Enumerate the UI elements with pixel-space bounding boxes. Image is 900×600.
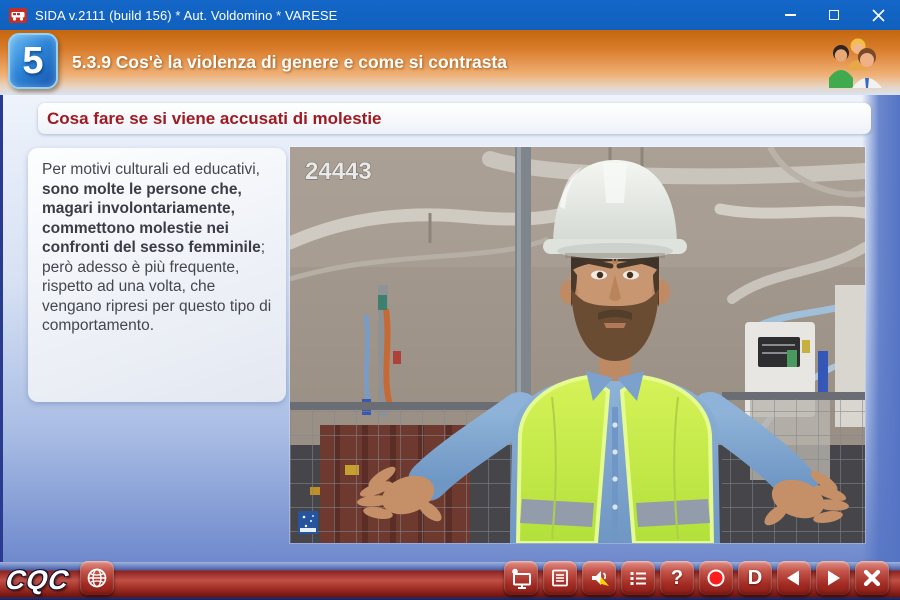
titlebar: SIDA v.2111 (build 156) * Aut. Voldomino… <box>0 0 900 30</box>
slide-title: Cosa fare se si viene accusati di molest… <box>47 109 382 129</box>
help-button[interactable]: ? <box>660 561 694 595</box>
dictionary-label: D <box>748 568 762 588</box>
previous-button[interactable] <box>777 561 811 595</box>
globe-button[interactable] <box>80 561 114 595</box>
slide-title-bar: Cosa fare se si viene accusati di molest… <box>38 103 871 134</box>
maximize-button[interactable] <box>812 0 856 30</box>
presentation-button[interactable] <box>504 561 538 595</box>
speaker-sound-icon <box>588 567 611 590</box>
record-icon <box>705 567 727 589</box>
window-title: SIDA v.2111 (build 156) * Aut. Voldomino… <box>35 8 337 23</box>
app-vehicle-icon <box>9 8 27 23</box>
globe-icon <box>86 567 108 589</box>
document-lines-icon <box>549 567 571 589</box>
sida-application-window: SIDA v.2111 (build 156) * Aut. Voldomino… <box>0 0 900 600</box>
audio-button[interactable] <box>582 561 616 595</box>
arrow-left-icon <box>783 567 805 589</box>
media-code-label: 24443 <box>305 158 372 185</box>
index-button[interactable] <box>621 561 655 595</box>
lesson-content-area: Cosa fare se si viene accusati di molest… <box>0 95 900 562</box>
text-button[interactable] <box>543 561 577 595</box>
help-label: ? <box>671 568 683 588</box>
lesson-paragraph: Per motivi culturali ed educativi, sono … <box>42 160 272 336</box>
lesson-header: 5 5.3.9 Cos'è la violenza di genere e co… <box>0 30 900 95</box>
dictionary-button[interactable]: D <box>738 561 772 595</box>
people-group-icon <box>826 36 884 88</box>
close-button[interactable] <box>856 0 900 30</box>
minimize-button[interactable] <box>768 0 812 30</box>
exit-button[interactable] <box>855 561 889 595</box>
screen-with-person-icon <box>510 567 533 590</box>
close-icon <box>872 9 885 22</box>
bullet-list-icon <box>627 567 649 589</box>
maximize-icon <box>829 10 839 20</box>
lesson-photo: 24443 <box>290 147 865 543</box>
minimize-icon <box>785 14 796 16</box>
record-button[interactable] <box>699 561 733 595</box>
watermark-icon <box>298 511 318 534</box>
cqc-logo: CQC <box>4 565 71 596</box>
lesson-text-panel: Per motivi culturali ed educativi, sono … <box>28 148 286 402</box>
lesson-title: 5.3.9 Cos'è la violenza di genere e come… <box>72 52 507 73</box>
x-mark-icon <box>861 567 883 589</box>
arrow-right-icon <box>822 567 844 589</box>
next-button[interactable] <box>816 561 850 595</box>
right-edge-strip <box>862 95 900 562</box>
chapter-badge: 5 <box>8 33 58 89</box>
